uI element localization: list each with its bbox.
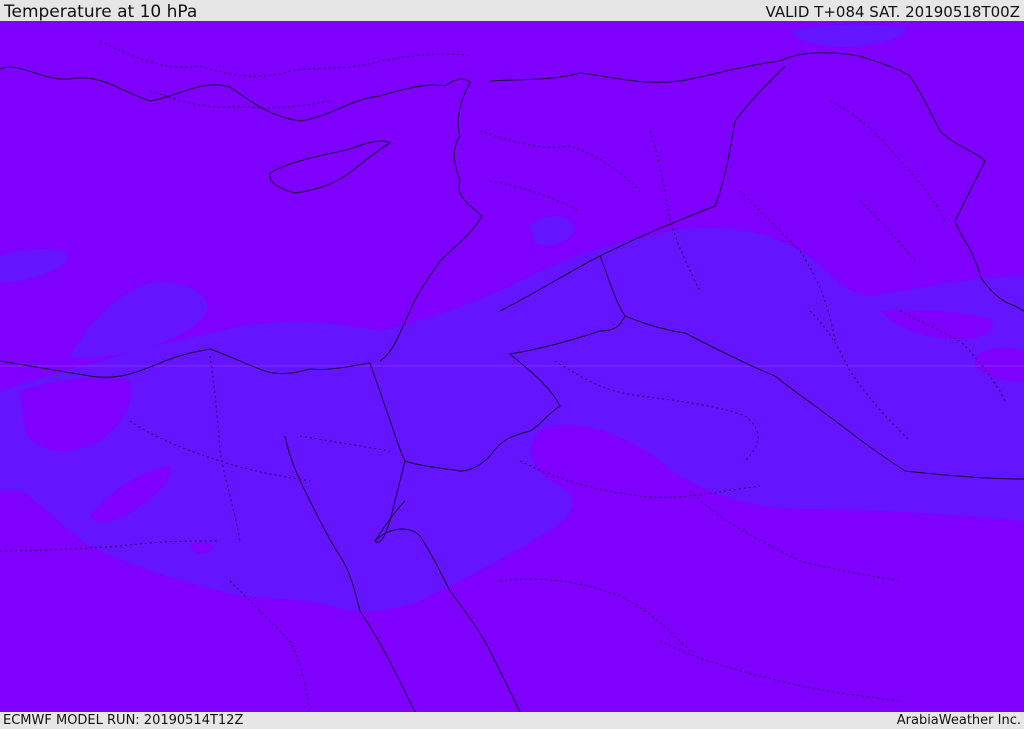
model-run-label: ECMWF MODEL RUN: 20190514T12Z bbox=[3, 713, 244, 728]
map-title: Temperature at 10 hPa bbox=[4, 2, 198, 22]
map-canvas[interactable] bbox=[0, 21, 1024, 712]
header-bar: Temperature at 10 hPa VALID T+084 SAT. 2… bbox=[0, 0, 1024, 21]
credit-label: ArabiaWeather Inc. bbox=[896, 713, 1021, 728]
valid-time: VALID T+084 SAT. 20190518T00Z bbox=[765, 3, 1020, 21]
footer-bar: ECMWF MODEL RUN: 20190514T12Z ArabiaWeat… bbox=[0, 712, 1024, 729]
temperature-map bbox=[0, 21, 1024, 712]
